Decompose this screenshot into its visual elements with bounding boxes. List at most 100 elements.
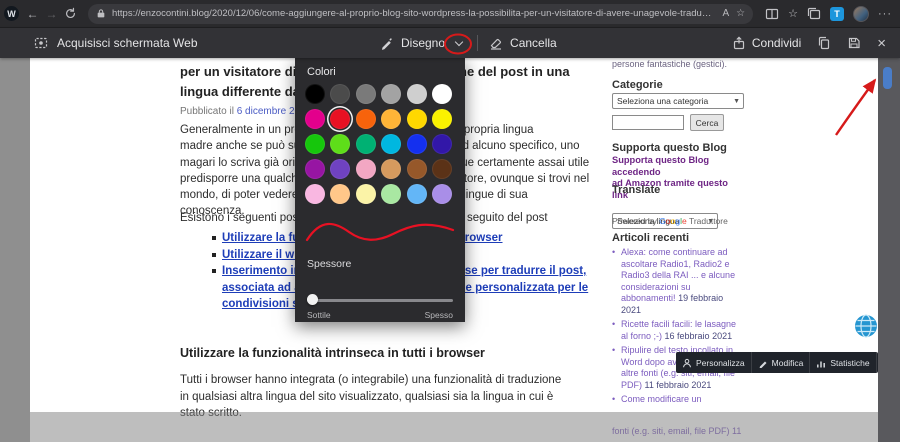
- wordpress-admin-bar: Personalizza Modifica Statistiche ···: [676, 352, 878, 373]
- refresh-button[interactable]: [61, 3, 80, 25]
- capture-title: Acquisisci schermata Web: [57, 36, 198, 50]
- thin-label: Sottile: [307, 310, 331, 320]
- edge-window: W ← → https://enzocontini.blog/2020/12/0…: [0, 0, 900, 442]
- color-swatch[interactable]: [381, 109, 401, 129]
- color-picker-panel: Colori: [295, 58, 465, 322]
- stroke-preview-line: [307, 224, 453, 240]
- stats-button[interactable]: Statistiche: [809, 352, 875, 373]
- share-label: Condividi: [752, 36, 801, 50]
- color-swatch[interactable]: [407, 159, 427, 179]
- erase-button[interactable]: Cancella: [510, 36, 557, 50]
- support-heading: Supporta questo Blog: [612, 142, 744, 154]
- color-swatch[interactable]: [381, 84, 401, 104]
- color-swatch[interactable]: [356, 184, 376, 204]
- draw-options-dropdown[interactable]: [452, 34, 466, 52]
- color-swatch[interactable]: [305, 184, 325, 204]
- browser-chrome: W ← → https://enzocontini.blog/2020/12/0…: [0, 0, 900, 28]
- web-capture-icon: [34, 36, 48, 50]
- meta-prefix: Pubblicato il: [180, 106, 234, 117]
- search-input[interactable]: [612, 115, 684, 130]
- color-swatch[interactable]: [407, 184, 427, 204]
- thickness-slider[interactable]: [307, 294, 453, 306]
- profile-avatar[interactable]: [853, 6, 869, 22]
- color-swatch[interactable]: [432, 134, 452, 154]
- categories-select-value: Seleziona una categoria: [617, 96, 708, 106]
- post-date: 16 febbraio 2021: [665, 331, 733, 341]
- web-capture-toolbar: Acquisisci schermata Web Disegno Cancell…: [0, 28, 900, 58]
- share-button[interactable]: Condividi: [732, 36, 801, 50]
- color-swatch[interactable]: [305, 84, 325, 104]
- copy-button[interactable]: [817, 36, 831, 50]
- color-swatch[interactable]: [432, 159, 452, 179]
- slider-knob[interactable]: [307, 294, 318, 305]
- color-swatch[interactable]: [305, 159, 325, 179]
- thickness-heading: Spessore: [307, 258, 351, 270]
- color-swatch[interactable]: [330, 84, 350, 104]
- color-swatch[interactable]: [356, 159, 376, 179]
- blog-sidebar: persone fantastiche (gestici). Categorie…: [612, 58, 744, 442]
- color-swatch[interactable]: [381, 184, 401, 204]
- color-swatch[interactable]: [432, 184, 452, 204]
- slider-track[interactable]: [307, 299, 453, 302]
- edit-label: Modifica: [772, 358, 804, 368]
- color-swatch[interactable]: [330, 184, 350, 204]
- lock-icon: [96, 8, 106, 19]
- recent-posts-list: Alexa: come continuare ad ascoltare Radi…: [612, 247, 744, 405]
- color-swatch[interactable]: [356, 134, 376, 154]
- color-swatch[interactable]: [407, 84, 427, 104]
- google-logo: Google: [659, 216, 686, 226]
- stroke-preview: [301, 210, 459, 252]
- color-swatch-grid: [305, 84, 452, 204]
- person-icon: [682, 358, 692, 368]
- translate-page-icon[interactable]: A: [722, 8, 729, 19]
- color-swatch[interactable]: [305, 134, 325, 154]
- text-line: Tutti i browser hanno integrata (o integ…: [180, 372, 635, 389]
- personalize-button[interactable]: Personalizza: [676, 352, 751, 373]
- back-button[interactable]: ←: [23, 3, 42, 25]
- color-swatch[interactable]: [330, 159, 350, 179]
- favorites-star-icon[interactable]: ☆: [736, 8, 745, 19]
- eraser-icon: [489, 36, 503, 50]
- color-swatch[interactable]: [432, 109, 452, 129]
- extension-icon[interactable]: T: [830, 7, 844, 21]
- translate-heading: Translate: [612, 184, 744, 196]
- color-swatch[interactable]: [381, 159, 401, 179]
- color-swatch[interactable]: [305, 109, 325, 129]
- color-swatch[interactable]: [356, 84, 376, 104]
- list-item: Alexa: come continuare ad ascoltare Radi…: [612, 247, 744, 316]
- address-bar[interactable]: https://enzocontini.blog/2020/12/06/come…: [88, 4, 753, 24]
- chrome-right-icons: ☆ T ···: [761, 6, 892, 22]
- categories-heading: Categorie: [612, 79, 744, 91]
- draw-button[interactable]: Disegno: [401, 36, 445, 50]
- save-icon: [847, 36, 861, 50]
- forward-button[interactable]: →: [42, 3, 61, 25]
- search-button[interactable]: Cerca: [690, 114, 724, 131]
- bar-chart-icon: [816, 358, 826, 368]
- pencil-icon: [758, 358, 768, 368]
- stats-label: Statistiche: [830, 358, 869, 368]
- edit-button[interactable]: Modifica: [751, 352, 810, 373]
- scrollbar-thumb[interactable]: [883, 67, 892, 89]
- powered-by: Powered by Google Traduttore: [612, 216, 744, 226]
- toolbar-divider: [477, 35, 478, 51]
- split-screen-icon[interactable]: [765, 7, 779, 21]
- color-swatch[interactable]: [432, 84, 452, 104]
- browser-menu-button[interactable]: ···: [878, 8, 892, 20]
- favorites-bar-star-icon[interactable]: ☆: [788, 7, 798, 20]
- translate-globe-button[interactable]: [853, 313, 879, 339]
- color-swatch[interactable]: [356, 109, 376, 129]
- scrollbar-track[interactable]: [878, 58, 900, 442]
- post-link[interactable]: Come modificare un beneficiario/contatto…: [621, 394, 739, 405]
- color-swatch-selected[interactable]: [330, 109, 350, 129]
- wordpress-logo-icon: W: [4, 6, 19, 21]
- save-button[interactable]: [847, 36, 861, 50]
- close-capture-button[interactable]: ×: [877, 36, 886, 51]
- color-swatch[interactable]: [407, 109, 427, 129]
- collections-icon[interactable]: [807, 7, 821, 21]
- categories-select[interactable]: Seleziona una categoria ▼: [612, 93, 744, 109]
- color-swatch[interactable]: [381, 134, 401, 154]
- list-item: Ricette facili facili: le lasagne al for…: [612, 319, 744, 342]
- color-swatch[interactable]: [330, 134, 350, 154]
- color-swatch[interactable]: [407, 134, 427, 154]
- capture-dim-strip: [30, 412, 878, 442]
